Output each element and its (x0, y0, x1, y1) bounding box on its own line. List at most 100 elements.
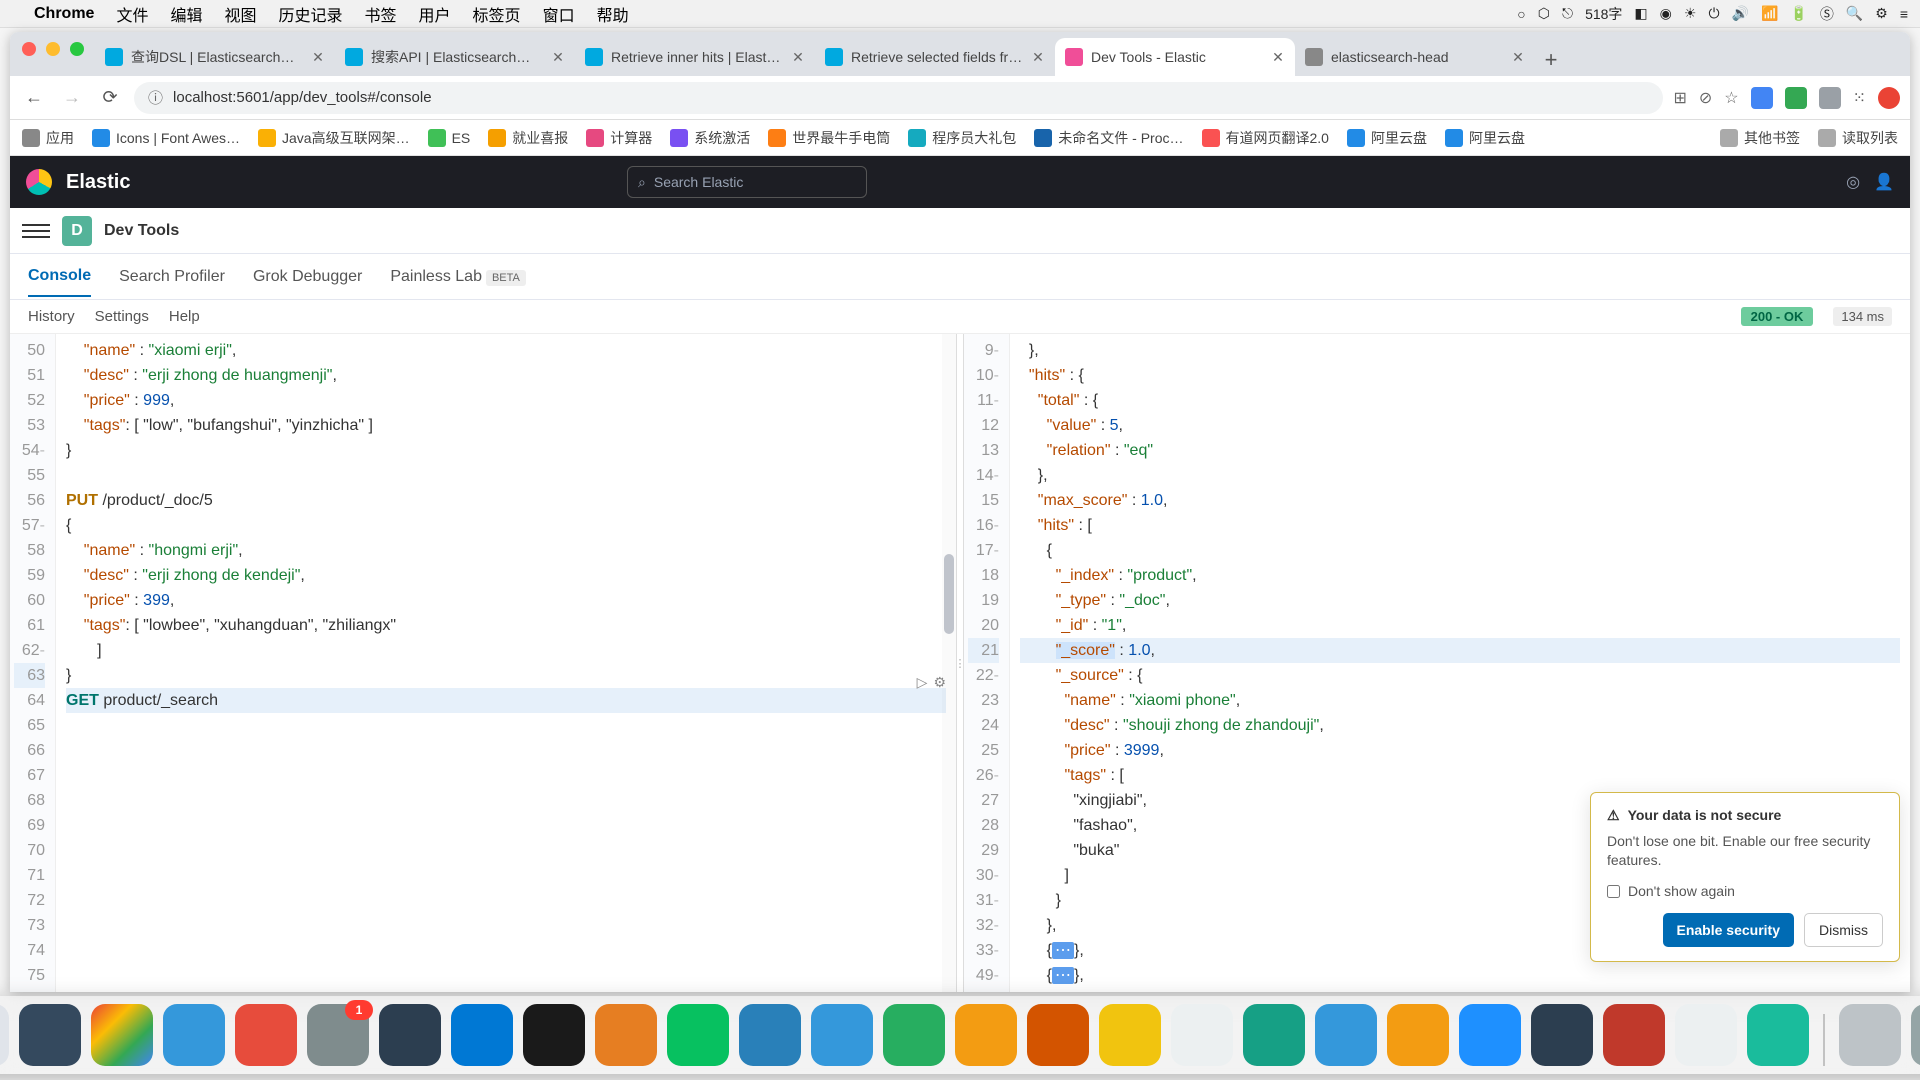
menu-file[interactable]: 文件 (116, 2, 148, 26)
menubar-status-icon[interactable]: ⎋ (1562, 5, 1573, 22)
menu-window[interactable]: 窗口 (543, 2, 575, 26)
dock-app-icon[interactable] (1099, 1004, 1161, 1066)
menu-help[interactable]: 帮助 (597, 2, 629, 26)
dock-app-icon[interactable] (379, 1004, 441, 1066)
history-link[interactable]: History (28, 308, 75, 325)
address-bar[interactable]: ⓘ localhost:5601/app/dev_tools#/console (134, 82, 1663, 114)
menubar-status-icon[interactable]: ◉ (1660, 5, 1672, 22)
menu-bookmarks[interactable]: 书签 (365, 2, 397, 26)
dock-app-icon[interactable] (1531, 1004, 1593, 1066)
breadcrumb[interactable]: Dev Tools (104, 222, 179, 240)
forward-button[interactable]: → (58, 87, 86, 108)
menubar-status-icon[interactable]: ⏻ (1708, 5, 1719, 22)
back-button[interactable]: ← (20, 87, 48, 108)
dock-app-icon[interactable] (1027, 1004, 1089, 1066)
install-app-icon[interactable]: ⊞ (1673, 88, 1686, 108)
dock-app-icon[interactable] (1171, 1004, 1233, 1066)
dock-app-icon[interactable] (1675, 1004, 1737, 1066)
bookmark-item[interactable]: 未命名文件 - Proc… (1034, 128, 1183, 148)
settings-link[interactable]: Settings (95, 308, 149, 325)
devtools-tab[interactable]: Grok Debugger (253, 258, 362, 296)
menubar-status-icon[interactable]: ⬡ (1538, 5, 1550, 22)
dock-app-icon[interactable] (0, 1004, 9, 1066)
bookmark-item[interactable]: 系统激活 (670, 128, 750, 148)
browser-tab[interactable]: Dev Tools - Elastic ✕ (1055, 38, 1295, 76)
menu-tabs[interactable]: 标签页 (473, 2, 521, 26)
help-link[interactable]: Help (169, 308, 200, 325)
bookmark-item[interactable]: 阿里云盘 (1347, 128, 1427, 148)
menubar-status-icon[interactable]: 🔊 (1732, 5, 1749, 22)
dock-app-icon[interactable] (163, 1004, 225, 1066)
dock-app-icon[interactable] (1603, 1004, 1665, 1066)
tab-close-icon[interactable]: ✕ (1271, 49, 1285, 66)
dock-app-icon[interactable] (307, 1004, 369, 1066)
browser-tab[interactable]: Retrieve selected fields from a… ✕ (815, 38, 1055, 76)
extension-icon[interactable] (1751, 87, 1773, 109)
reload-button[interactable]: ⟳ (96, 87, 124, 108)
maximize-window-button[interactable] (70, 42, 84, 56)
dock-app-icon[interactable] (19, 1004, 81, 1066)
checkbox-input[interactable] (1607, 885, 1620, 898)
menubar-status-icon[interactable]: 🔋 (1790, 5, 1807, 22)
split-handle[interactable]: ⋮ (956, 334, 964, 992)
dock-app-icon[interactable] (883, 1004, 945, 1066)
menu-history[interactable]: 历史记录 (279, 2, 343, 26)
menubar-status-icon[interactable]: ≡ (1900, 6, 1908, 22)
dock-app-icon[interactable] (1839, 1004, 1901, 1066)
bookmark-item[interactable]: 有道网页翻译2.0 (1202, 128, 1329, 148)
dock-app-icon[interactable] (451, 1004, 513, 1066)
bookmark-star-icon[interactable]: ☆ (1724, 88, 1738, 108)
request-editor[interactable]: 50 51 52 53 54-55 56 57-58 59 60 61 62-6… (10, 334, 956, 992)
dock-app-icon[interactable] (1459, 1004, 1521, 1066)
close-window-button[interactable] (22, 42, 36, 56)
browser-tab[interactable]: elasticsearch-head ✕ (1295, 38, 1535, 76)
tab-close-icon[interactable]: ✕ (311, 49, 325, 66)
scrollbar-thumb[interactable] (944, 554, 954, 634)
bookmark-item[interactable]: 阿里云盘 (1445, 128, 1525, 148)
bookmark-item[interactable]: 计算器 (586, 128, 652, 148)
dont-show-again-checkbox[interactable]: Don't show again (1607, 883, 1883, 899)
dock-app-icon[interactable] (811, 1004, 873, 1066)
dock-app-icon[interactable] (739, 1004, 801, 1066)
app-name[interactable]: Chrome (34, 5, 94, 23)
menubar-status-icon[interactable]: Ⓢ (1820, 4, 1834, 24)
minimize-window-button[interactable] (46, 42, 60, 56)
profile-avatar[interactable] (1878, 87, 1900, 109)
dock-app-icon[interactable] (1315, 1004, 1377, 1066)
menubar-status-icon[interactable]: ○ (1517, 6, 1525, 22)
help-icon[interactable]: 👤 (1874, 172, 1894, 192)
menubar-status-icon[interactable]: 📶 (1761, 5, 1778, 22)
menubar-status-icon[interactable]: ◧ (1634, 5, 1647, 22)
extension-icon[interactable] (1819, 87, 1841, 109)
dock-app-icon[interactable] (1911, 1004, 1920, 1066)
extensions-puzzle-icon[interactable]: ⁙ (1853, 88, 1866, 108)
dock-app-icon[interactable] (91, 1004, 153, 1066)
newsfeed-icon[interactable]: ◎ (1846, 172, 1860, 192)
browser-tab[interactable]: Retrieve inner hits | Elasticse… ✕ (575, 38, 815, 76)
dismiss-button[interactable]: Dismiss (1804, 913, 1883, 947)
nav-toggle-button[interactable] (22, 217, 50, 245)
dock-app-icon[interactable] (955, 1004, 1017, 1066)
dock-app-icon[interactable] (235, 1004, 297, 1066)
dock-app-icon[interactable] (1387, 1004, 1449, 1066)
menu-user[interactable]: 用户 (419, 2, 451, 26)
dock-app-icon[interactable] (523, 1004, 585, 1066)
tab-close-icon[interactable]: ✕ (791, 49, 805, 66)
new-tab-button[interactable]: + (1535, 44, 1567, 76)
site-info-icon[interactable]: ⓘ (148, 87, 163, 108)
bookmark-item[interactable]: 就业喜报 (488, 128, 568, 148)
menubar-status-icon[interactable]: ☀ (1684, 5, 1697, 22)
devtools-tab[interactable]: Console (28, 257, 91, 297)
dock-app-icon[interactable] (1243, 1004, 1305, 1066)
browser-tab[interactable]: 查询DSL | Elasticsearch指南… ✕ (95, 38, 335, 76)
apps-shortcut[interactable]: 应用 (22, 128, 74, 148)
bookmark-item[interactable]: Icons | Font Awes… (92, 129, 240, 147)
tab-close-icon[interactable]: ✕ (1511, 49, 1525, 66)
bookmark-item[interactable]: 程序员大礼包 (908, 128, 1016, 148)
dock-app-icon[interactable] (1747, 1004, 1809, 1066)
menubar-status-icon[interactable]: 518字 (1585, 4, 1622, 24)
menu-edit[interactable]: 编辑 (170, 2, 202, 26)
bookmark-item[interactable]: 世界最牛手电筒 (768, 128, 890, 148)
enable-security-button[interactable]: Enable security (1663, 913, 1795, 947)
menu-view[interactable]: 视图 (224, 2, 256, 26)
